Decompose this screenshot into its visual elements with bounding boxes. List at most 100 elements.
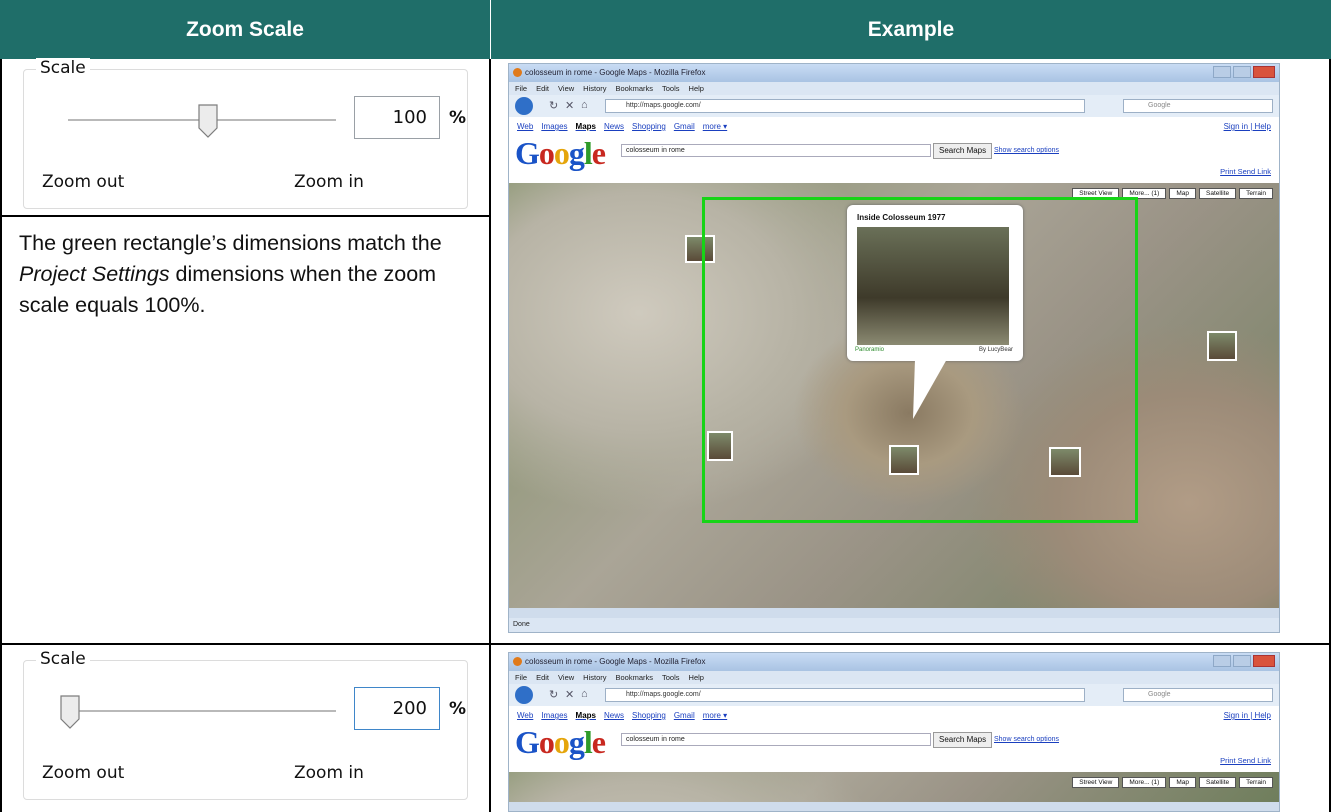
home-icon[interactable]: ⌂ — [581, 99, 588, 111]
close-icon[interactable] — [1253, 655, 1275, 667]
reload-icon[interactable]: ↻ — [549, 99, 558, 112]
window-title: colosseum in rome - Google Maps - Mozill… — [525, 657, 706, 666]
browser-search-box[interactable]: Google — [1123, 688, 1273, 702]
scale-legend: Scale — [36, 649, 90, 669]
close-icon[interactable] — [1253, 66, 1275, 78]
menu-file[interactable]: File — [515, 84, 527, 95]
menu-help[interactable]: Help — [689, 84, 704, 95]
menu-file[interactable]: File — [515, 673, 527, 684]
window-title: colosseum in rome - Google Maps - Mozill… — [525, 68, 706, 77]
maps-search-input[interactable]: colosseum in rome — [621, 144, 931, 157]
menu-tools[interactable]: Tools — [662, 84, 680, 95]
link-gmail[interactable]: Gmail — [674, 711, 695, 720]
map-type-tabs: Street View More... (1) Map Satellite Te… — [1072, 777, 1273, 788]
link-news[interactable]: News — [604, 711, 624, 720]
back-button-icon[interactable] — [515, 97, 533, 115]
link-news[interactable]: News — [604, 122, 624, 131]
window-controls — [1213, 66, 1275, 78]
maps-search-input[interactable]: colosseum in rome — [621, 733, 931, 746]
address-bar[interactable]: http://maps.google.com/ — [605, 99, 1085, 113]
link-more[interactable]: more ▾ — [703, 122, 727, 131]
link-shopping[interactable]: Shopping — [632, 711, 666, 720]
scale-control: Scale 100 % Zoom out Zoom in — [23, 58, 468, 209]
scale-control: Scale 200 % Zoom out Zoom in — [23, 649, 468, 800]
signin-link[interactable]: Sign in | Help — [1224, 711, 1271, 720]
google-logo: Google — [515, 724, 606, 760]
zoom-percent-input[interactable]: 100 — [354, 96, 440, 139]
satellite-map[interactable]: Street View More... (1) Map Satellite Te… — [509, 183, 1279, 608]
link-web[interactable]: Web — [517, 122, 533, 131]
browser-menubar: File Edit View History Bookmarks Tools H… — [509, 82, 1279, 95]
description-emphasis: Project Settings — [19, 262, 170, 286]
reload-icon[interactable]: ↻ — [549, 688, 558, 701]
tab-more[interactable]: More... (1) — [1122, 777, 1167, 788]
search-maps-button[interactable]: Search Maps — [933, 732, 993, 748]
link-maps[interactable]: Maps — [576, 711, 596, 720]
tab-terrain[interactable]: Terrain — [1239, 777, 1273, 788]
percent-sign: % — [449, 699, 467, 719]
zoom-percent-input[interactable]: 200 — [354, 687, 440, 730]
home-icon[interactable]: ⌂ — [581, 688, 588, 700]
scale-legend: Scale — [36, 58, 90, 78]
link-maps[interactable]: Maps — [576, 122, 596, 131]
map-info-popup: Inside Colosseum 1977 Panoramio By LucyB… — [847, 205, 1023, 361]
stop-icon[interactable]: ✕ — [565, 688, 574, 701]
show-search-options-link[interactable]: Show search options — [994, 736, 1059, 743]
menu-help[interactable]: Help — [689, 673, 704, 684]
tab-satellite[interactable]: Satellite — [1199, 188, 1237, 199]
menu-history[interactable]: History — [583, 673, 606, 684]
minimize-icon[interactable] — [1213, 66, 1231, 78]
column-header-example: Example — [491, 0, 1331, 59]
menu-view[interactable]: View — [558, 673, 574, 684]
link-more[interactable]: more ▾ — [703, 711, 727, 720]
menu-edit[interactable]: Edit — [536, 84, 549, 95]
maximize-icon[interactable] — [1233, 66, 1251, 78]
show-search-options-link[interactable]: Show search options — [994, 147, 1059, 154]
browser-navbar: ↻ ✕ ⌂ http://maps.google.com/ Google — [509, 95, 1279, 117]
link-images[interactable]: Images — [541, 122, 567, 131]
address-bar[interactable]: http://maps.google.com/ — [605, 688, 1085, 702]
popup-title: Inside Colosseum 1977 — [857, 213, 946, 222]
link-web[interactable]: Web — [517, 711, 533, 720]
print-send-link[interactable]: Print Send Link — [1220, 167, 1271, 176]
row-divider — [0, 643, 1331, 645]
browser-titlebar: colosseum in rome - Google Maps - Mozill… — [509, 64, 1279, 82]
browser-statusbar: Done — [509, 618, 1279, 632]
signin-link[interactable]: Sign in | Help — [1224, 122, 1271, 131]
search-maps-button[interactable]: Search Maps — [933, 143, 993, 159]
description-text: The green rectangle’s dimensions match t… — [19, 228, 479, 321]
zoom-in-label: Zoom in — [294, 763, 364, 783]
link-images[interactable]: Images — [541, 711, 567, 720]
maximize-icon[interactable] — [1233, 655, 1251, 667]
popup-photo — [857, 227, 1009, 345]
menu-bookmarks[interactable]: Bookmarks — [616, 673, 654, 684]
menu-bookmarks[interactable]: Bookmarks — [616, 84, 654, 95]
tab-map[interactable]: Map — [1169, 777, 1196, 788]
tab-terrain[interactable]: Terrain — [1239, 188, 1273, 199]
menu-tools[interactable]: Tools — [662, 673, 680, 684]
link-gmail[interactable]: Gmail — [674, 122, 695, 131]
firefox-icon — [513, 68, 522, 77]
satellite-map[interactable]: Street View More... (1) Map Satellite Te… — [509, 772, 1279, 802]
browser-search-box[interactable]: Google — [1123, 99, 1273, 113]
zoom-slider-track[interactable] — [68, 710, 336, 712]
photo-marker[interactable] — [1207, 331, 1237, 361]
tab-street-view[interactable]: Street View — [1072, 777, 1120, 788]
link-shopping[interactable]: Shopping — [632, 122, 666, 131]
zoom-out-label: Zoom out — [42, 763, 125, 783]
tab-map[interactable]: Map — [1169, 188, 1196, 199]
zoom-slider-thumb[interactable] — [198, 104, 218, 138]
print-send-link[interactable]: Print Send Link — [1220, 756, 1271, 765]
back-button-icon[interactable] — [515, 686, 533, 704]
tab-satellite[interactable]: Satellite — [1199, 777, 1237, 788]
menu-view[interactable]: View — [558, 84, 574, 95]
zoom-slider-thumb[interactable] — [60, 695, 80, 729]
table-border-middle — [489, 59, 491, 812]
menu-history[interactable]: History — [583, 84, 606, 95]
menu-edit[interactable]: Edit — [536, 673, 549, 684]
percent-sign: % — [449, 108, 467, 128]
popup-author[interactable]: By LucyBear — [979, 347, 1013, 353]
popup-source-link[interactable]: Panoramio — [855, 347, 884, 353]
stop-icon[interactable]: ✕ — [565, 99, 574, 112]
minimize-icon[interactable] — [1213, 655, 1231, 667]
